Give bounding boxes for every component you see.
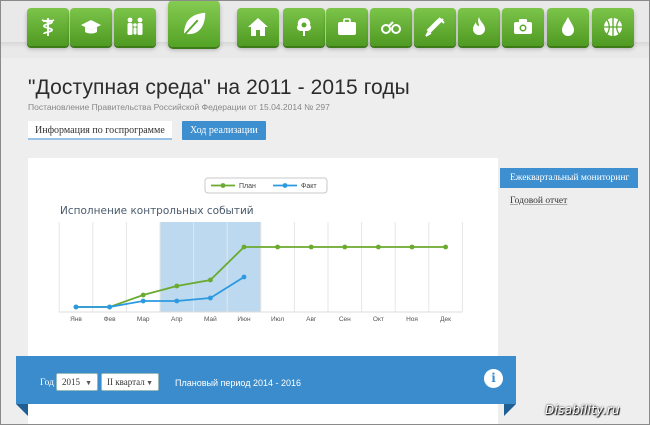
quarter-select[interactable]: II квартал ▼ (101, 373, 159, 391)
nav-briefcase-button[interactable] (326, 8, 368, 46)
graduation-cap-icon (81, 20, 101, 34)
watermark: Disability.ru (545, 403, 620, 417)
x-tick-label: Дек (440, 316, 451, 323)
chevron-down-icon: ▼ (85, 379, 92, 387)
filter-bar-fold-right (504, 404, 516, 416)
nav-flame-button[interactable] (458, 8, 500, 46)
series-point (275, 244, 280, 250)
series-point (208, 277, 213, 283)
control-events-chart: План Факт Исполнение контрольных событий … (58, 177, 463, 323)
series-point (140, 298, 146, 304)
x-tick-label: Май (204, 315, 217, 323)
page-title: "Доступная среда" на 2011 - 2015 годы (28, 76, 410, 99)
tab-implementation-progress[interactable]: Ход реализации (182, 121, 266, 140)
water-drop-icon (562, 17, 574, 36)
series-point (342, 244, 348, 250)
nav-water-drop-button[interactable] (547, 8, 589, 46)
nav-caduceus-button[interactable] (27, 8, 69, 46)
x-tick-label: Мар (137, 316, 150, 323)
nav-camera-button[interactable] (502, 8, 544, 46)
tree-icon (297, 18, 311, 36)
basketball-icon (604, 18, 622, 36)
nav-tree-button[interactable] (283, 8, 325, 46)
nav-home-button[interactable] (237, 8, 279, 46)
x-tick-label: Авг (306, 316, 317, 323)
series-point (174, 298, 180, 304)
x-tick-label: Апр (171, 316, 183, 323)
sidebar-item-annual-report[interactable]: Годовой отчет (510, 196, 567, 206)
series-point (308, 244, 314, 250)
nav-handcuffs-button[interactable] (370, 8, 412, 46)
handcuffs-icon (381, 21, 401, 34)
nav-syringe-button[interactable] (414, 8, 456, 46)
nav-family-button[interactable] (114, 8, 156, 46)
chevron-down-icon: ▼ (146, 379, 153, 387)
year-label: Год (40, 378, 54, 388)
caduceus-icon (41, 18, 55, 36)
sidebar-item-quarterly-monitoring[interactable]: Ежеквартальный мониторинг (500, 168, 638, 188)
year-select-value: 2015 (62, 377, 80, 387)
syringe-icon (425, 17, 445, 37)
info-icon[interactable]: i (484, 369, 503, 388)
camera-icon (514, 19, 532, 34)
tab-program-info[interactable]: Информация по госпрограмме (28, 121, 172, 140)
series-point (174, 283, 180, 289)
series-point (443, 244, 448, 250)
x-tick-label: Янв (70, 316, 82, 323)
x-tick-label: Июн (237, 316, 251, 323)
planning-period: Плановый период 2014 - 2016 (175, 378, 301, 388)
legend-label: План (239, 183, 256, 190)
x-tick-label: Фев (104, 316, 117, 323)
series-point (107, 304, 112, 310)
quarter-select-value: II квартал (107, 377, 145, 387)
chart-title: Исполнение контрольных событий (60, 205, 254, 217)
leaf-icon (183, 12, 206, 36)
year-select[interactable]: 2015 ▼ (56, 373, 98, 391)
page-subtitle: Постановление Правительства Российской Ф… (28, 102, 330, 112)
series-point (409, 244, 415, 250)
nav-basketball-button[interactable] (592, 8, 634, 46)
series-point (140, 292, 146, 298)
legend-swatch-point (282, 183, 288, 188)
series-point (208, 295, 213, 301)
briefcase-icon (338, 18, 356, 35)
series-point (241, 274, 247, 280)
x-tick-label: Ноя (406, 316, 418, 323)
legend-label: Факт (301, 183, 317, 190)
home-icon (248, 18, 268, 36)
nav-leaf-button[interactable] (168, 0, 220, 47)
family-icon (127, 17, 143, 35)
flame-icon (473, 17, 485, 35)
x-tick-label: Июл (271, 316, 284, 323)
series-point (241, 244, 247, 250)
nav-graduation-cap-button[interactable] (70, 8, 112, 46)
x-tick-label: Окт (373, 316, 384, 323)
series-point (376, 244, 381, 250)
legend-swatch-point (220, 183, 226, 188)
x-tick-label: Сен (339, 316, 351, 323)
filter-bar-fold-left (16, 404, 28, 416)
series-point (73, 304, 79, 310)
